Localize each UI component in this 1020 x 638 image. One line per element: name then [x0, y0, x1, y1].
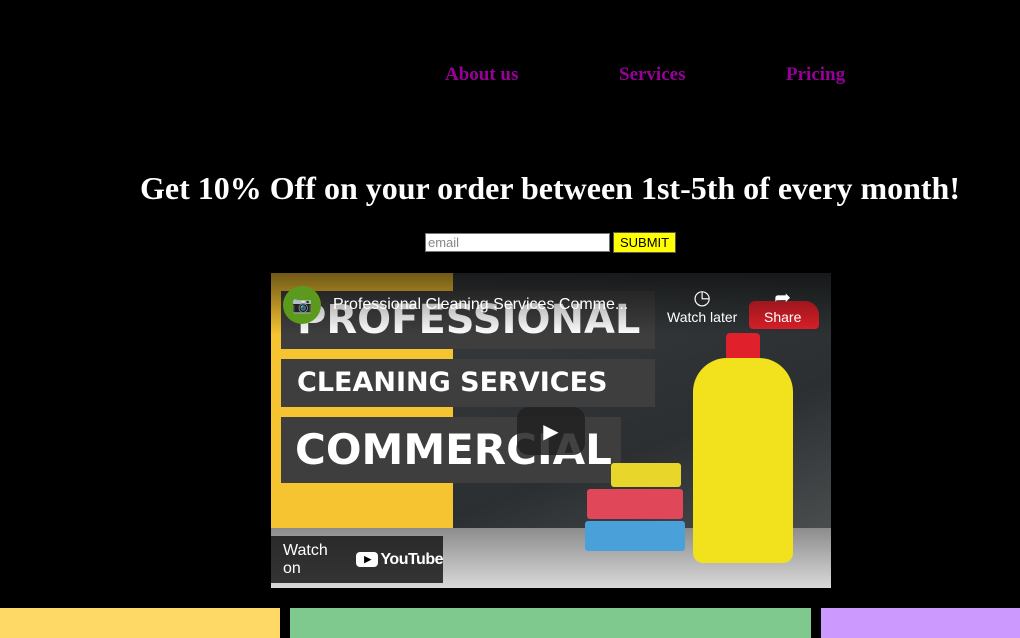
video-title[interactable]: Professional Cleaning Services Comme... — [333, 296, 663, 314]
promo-headline: Get 10% Off on your order between 1st-5t… — [139, 170, 960, 206]
play-button[interactable]: ▶ — [517, 407, 585, 455]
watch-later-label: Watch later — [667, 309, 738, 325]
clock-icon: ◷ — [693, 287, 711, 309]
color-strip-yellow — [0, 608, 280, 638]
nav-link-pricing[interactable]: Pricing — [786, 64, 845, 86]
main-nav: About us Services Pricing — [0, 64, 1020, 88]
nav-link-about-us[interactable]: About us — [445, 64, 518, 86]
share-icon: ➦ — [774, 287, 792, 309]
youtube-logo: ▶ YouTube — [356, 551, 443, 569]
sponge-blue — [585, 521, 685, 551]
spray-bottle — [693, 358, 793, 563]
sponge-red — [587, 489, 683, 519]
thumbnail-text-cleaning-services: CLEANING SERVICES — [281, 359, 655, 407]
email-input[interactable] — [425, 233, 610, 252]
share-label: Share — [764, 309, 802, 325]
submit-button[interactable]: SUBMIT — [613, 232, 677, 253]
share-button[interactable]: ➦ Share — [764, 287, 801, 325]
play-icon: ▶ — [543, 420, 559, 443]
youtube-label: YouTube — [380, 550, 443, 568]
watch-later-button[interactable]: ◷ Watch later — [667, 287, 737, 325]
color-strip-green — [290, 608, 811, 638]
sponge-yellow — [611, 463, 681, 487]
video-embed[interactable]: PROFESSIONAL CLEANING SERVICES COMMERCIA… — [271, 273, 831, 588]
channel-avatar-icon[interactable]: 📷 — [283, 286, 321, 324]
email-signup-form: SUBMIT — [425, 232, 677, 253]
watch-on-youtube-button[interactable]: Watch on ▶ YouTube — [271, 536, 443, 583]
color-strip-purple — [821, 608, 1020, 638]
youtube-play-icon: ▶ — [356, 552, 379, 567]
watch-on-label: Watch on — [283, 541, 328, 577]
nav-link-services[interactable]: Services — [619, 64, 685, 86]
